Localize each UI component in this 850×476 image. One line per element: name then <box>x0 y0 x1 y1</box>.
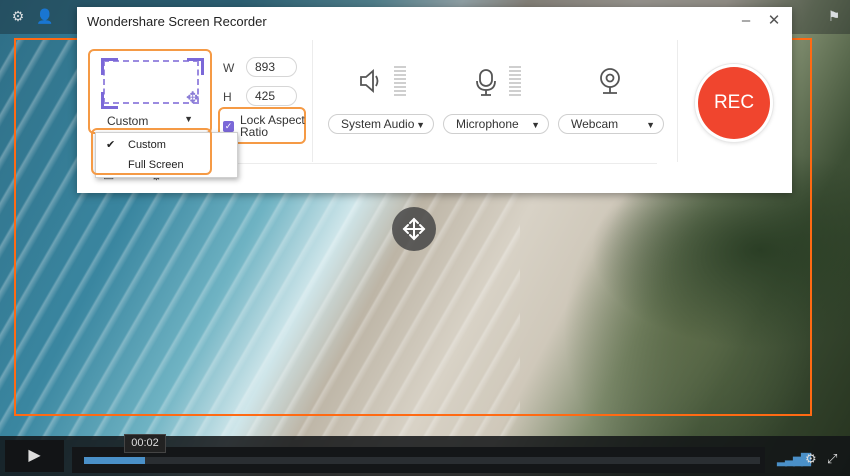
lock-aspect-label: Lock Aspect Ratio <box>240 113 305 139</box>
user-icon[interactable]: 👤 <box>36 8 53 24</box>
webcam-dropdown[interactable]: Webcam ▼ <box>558 114 664 134</box>
microphone-icon <box>476 69 496 96</box>
system-audio-dropdown[interactable]: System Audio ▼ <box>328 114 434 134</box>
width-label: W <box>223 61 235 75</box>
popup-highlight <box>91 128 212 175</box>
rec-button[interactable]: REC <box>698 67 770 139</box>
height-input[interactable]: 425 <box>246 86 297 106</box>
window-title: Wondershare Screen Recorder <box>87 14 267 29</box>
move-handle[interactable] <box>392 207 436 251</box>
webcam-label: Webcam <box>571 117 619 131</box>
fullscreen-icon[interactable]: ⤢ <box>827 451 837 467</box>
chevron-down-icon: ▼ <box>646 120 655 130</box>
width-input[interactable]: 893 <box>246 57 297 77</box>
seek-bar[interactable] <box>84 457 760 464</box>
seek-progress <box>84 457 145 464</box>
height-label: H <box>223 90 232 104</box>
settings-icon[interactable]: ⚙ <box>10 8 26 24</box>
close-icon[interactable]: ✕ <box>765 12 783 30</box>
microphone-label: Microphone <box>456 117 519 131</box>
divider-2 <box>677 40 678 162</box>
minimize-icon[interactable]: – <box>737 12 755 30</box>
lock-aspect-checkbox[interactable]: ✓ <box>223 121 234 132</box>
move-icon <box>402 217 426 241</box>
microphone-level <box>509 66 521 96</box>
gear-icon[interactable]: ⚙ <box>805 451 817 467</box>
time-tooltip: 00:02 <box>124 434 166 453</box>
webcam-icon <box>600 68 620 94</box>
play-button[interactable]: ▶ <box>5 440 64 472</box>
crop-move-icon[interactable]: ✥ <box>186 88 199 108</box>
chevron-down-icon: ▼ <box>416 120 425 130</box>
flag-icon[interactable]: ⚑ <box>826 8 842 24</box>
mode-dropdown-label: Custom <box>107 114 149 128</box>
divider-1 <box>312 40 313 162</box>
speaker-icon <box>360 69 379 93</box>
system-audio-level <box>394 66 406 96</box>
corner-tl <box>101 58 118 75</box>
system-audio-label: System Audio <box>341 117 415 131</box>
chevron-down-icon: ▼ <box>184 114 193 124</box>
chevron-down-icon: ▼ <box>531 120 540 130</box>
play-icon: ▶ <box>28 447 41 464</box>
corner-bl <box>101 92 118 109</box>
corner-tr <box>187 58 204 75</box>
microphone-dropdown[interactable]: Microphone ▼ <box>443 114 549 134</box>
